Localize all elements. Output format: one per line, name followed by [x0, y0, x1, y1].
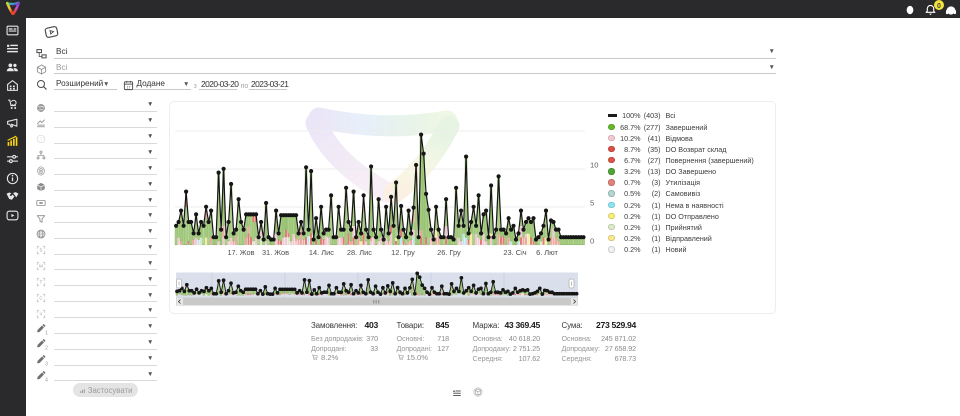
svg-text:5: 5 [590, 199, 594, 208]
svg-text:14. Лис: 14. Лис [309, 248, 334, 257]
svg-text:26. Гру: 26. Гру [437, 248, 461, 257]
svg-text:10: 10 [590, 161, 598, 170]
svg-text:6. Лют: 6. Лют [536, 248, 558, 257]
svg-text:23. Січ: 23. Січ [503, 248, 526, 257]
svg-text:17. Жов: 17. Жов [227, 248, 254, 257]
svg-text:28. Лис: 28. Лис [347, 248, 372, 257]
svg-text:12. Гру: 12. Гру [391, 248, 415, 257]
svg-text:31. Жов: 31. Жов [262, 248, 289, 257]
svg-text:0: 0 [590, 236, 594, 245]
